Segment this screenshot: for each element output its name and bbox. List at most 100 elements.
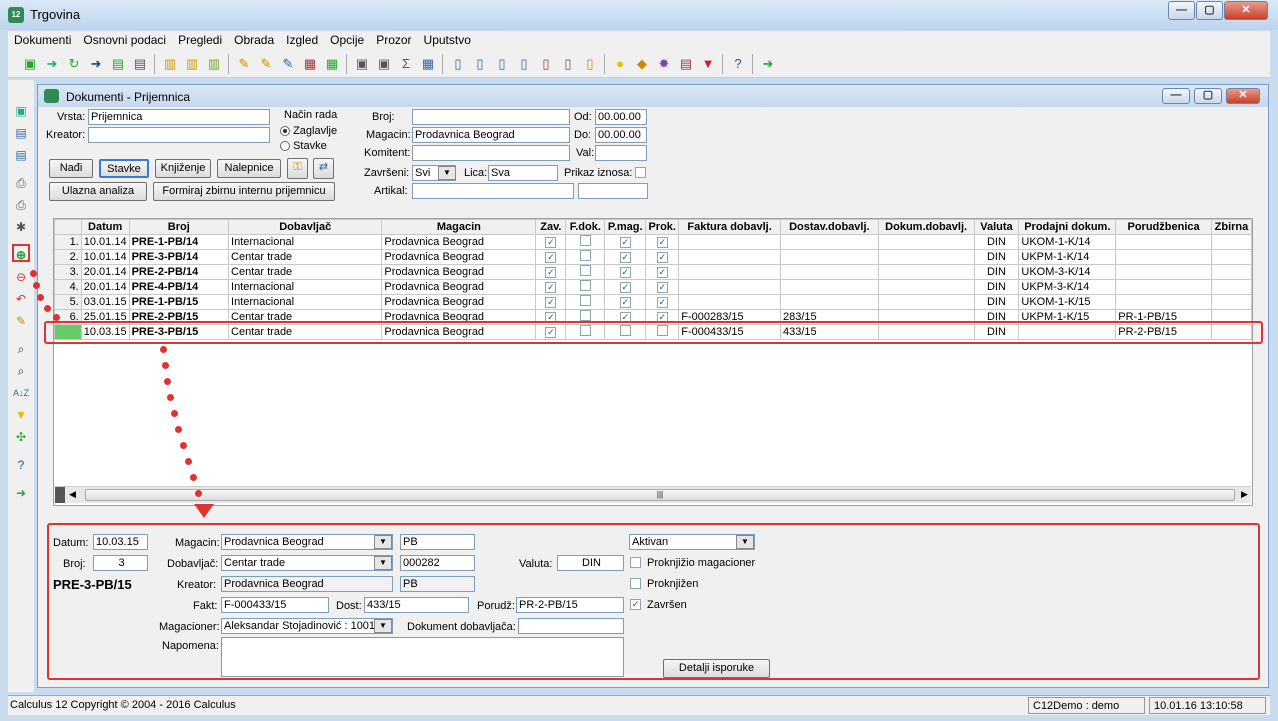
horizontal-scrollbar[interactable]: ◀ ||| ▶: [55, 486, 1251, 503]
transfer-icon[interactable]: ⇄: [313, 158, 334, 179]
sort-icon[interactable]: A↓Z: [12, 384, 30, 402]
vrsta-field[interactable]: Prijemnica: [88, 109, 270, 125]
child-minimize-button[interactable]: —: [1162, 88, 1190, 104]
help-icon[interactable]: ?: [728, 54, 748, 74]
nalepnice-button[interactable]: Nalepnice: [217, 159, 281, 178]
table-row[interactable]: 3. 20.01.14 PRE-2-PB/14 Centar trade Prodavn…: [54, 264, 1252, 280]
checkbox[interactable]: [579, 310, 591, 321]
checkbox[interactable]: ✓: [545, 237, 557, 248]
toolbar-icon-8[interactable]: ▥: [182, 54, 202, 74]
toolbar-icon-4[interactable]: ➜: [86, 54, 106, 74]
zav-cell[interactable]: ✓: [535, 249, 567, 265]
formiraj-button[interactable]: Formiraj zbirnu internu prijemnicu: [153, 182, 335, 201]
prok-cell[interactable]: ✓: [645, 279, 680, 295]
checkbox[interactable]: ✓: [619, 282, 631, 293]
dobavljac-select[interactable]: Centar trade: [221, 555, 393, 571]
toolbar-icon-5[interactable]: ▤: [108, 54, 128, 74]
undo-icon[interactable]: ↶: [12, 290, 30, 308]
porudz-field[interactable]: PR-2-PB/15: [516, 597, 624, 613]
scroll-handle[interactable]: [55, 487, 65, 503]
lica-field[interactable]: Sva: [488, 165, 558, 181]
checkbox[interactable]: ✓: [545, 297, 557, 308]
artikal-field[interactable]: [412, 183, 574, 199]
find-next-icon[interactable]: ⌕: [12, 362, 30, 380]
checkbox[interactable]: ✓: [656, 252, 668, 263]
prikaz-iznosa-checkbox[interactable]: [635, 167, 646, 178]
fdok-cell[interactable]: [565, 279, 606, 295]
menu-uputstvo[interactable]: Uputstvo: [418, 31, 477, 50]
close-button[interactable]: ✕: [1224, 1, 1268, 20]
toolbar-icon-16[interactable]: ▣: [374, 54, 394, 74]
chevron-down-icon[interactable]: ▼: [374, 619, 392, 633]
toolbar-icon-24[interactable]: ▤: [676, 54, 696, 74]
zav-cell[interactable]: ✓: [535, 279, 567, 295]
find-icon[interactable]: ⌕: [12, 340, 30, 358]
valuta-field[interactable]: DIN: [557, 555, 624, 571]
pmag-cell[interactable]: ✓: [604, 294, 647, 310]
toolbar-icon-18[interactable]: ▯: [470, 54, 490, 74]
menu-dokumenti[interactable]: Dokumenti: [8, 31, 77, 50]
scroll-right-icon[interactable]: ▶: [1241, 489, 1248, 500]
toolbar-icon-14[interactable]: ▦: [322, 54, 342, 74]
checkbox[interactable]: ✓: [619, 252, 631, 263]
column-header[interactable]: Porudžbenica: [1115, 219, 1212, 235]
minimize-button[interactable]: —: [1168, 1, 1195, 20]
toolbar-icon-6[interactable]: ▤: [130, 54, 150, 74]
nadji-button[interactable]: Nađi: [49, 159, 93, 178]
filter-icon[interactable]: ▼: [12, 406, 30, 424]
toolbar-icon-17[interactable]: ▯: [448, 54, 468, 74]
calendar-icon[interactable]: ▦: [418, 54, 438, 74]
save-icon[interactable]: ▣: [12, 102, 30, 120]
print-preview-icon[interactable]: ⎙: [12, 196, 30, 214]
toolbar-icon-7[interactable]: ▥: [160, 54, 180, 74]
lightbulb-icon[interactable]: ●: [610, 54, 630, 74]
stavke-radio[interactable]: Stavke: [280, 140, 327, 152]
edit-icon[interactable]: ✎: [12, 312, 30, 330]
pmag-cell[interactable]: ✓: [604, 279, 647, 295]
exit-icon[interactable]: ➜: [758, 54, 778, 74]
toolbar-icon-23[interactable]: ▯: [580, 54, 600, 74]
dobavljac-code[interactable]: 000282: [400, 555, 475, 571]
checkbox[interactable]: ✓: [656, 237, 668, 248]
fdok-cell[interactable]: [565, 264, 606, 280]
toolbar-icon-3[interactable]: ↻: [64, 54, 84, 74]
column-header[interactable]: Valuta: [973, 219, 1020, 235]
add-icon[interactable]: ⊕: [12, 244, 30, 262]
column-header[interactable]: Dobavljač: [228, 219, 383, 235]
od-date-field[interactable]: 00.00.00: [595, 109, 647, 125]
proknjizen-checkbox[interactable]: [630, 578, 641, 589]
table-row[interactable]: 2. 10.01.14 PRE-3-PB/14 Centar trade Prodavn…: [54, 249, 1252, 265]
toolbar-icon-20[interactable]: ▯: [514, 54, 534, 74]
table-row[interactable]: 4. 20.01.14 PRE-4-PB/14 Internacional Prodav…: [54, 279, 1252, 295]
zaglavlje-radio[interactable]: Zaglavlje: [280, 125, 337, 137]
zav-cell[interactable]: ✓: [535, 294, 567, 310]
stavke-button[interactable]: Stavke: [99, 159, 149, 178]
datum-field[interactable]: 10.03.15: [93, 534, 148, 550]
print-icon[interactable]: ⎙: [12, 174, 30, 192]
broj-field[interactable]: 3: [93, 555, 148, 571]
toolbar-icon-19[interactable]: ▯: [492, 54, 512, 74]
proknjizio-magacioner-checkbox[interactable]: [630, 557, 641, 568]
toolbar-icon-2[interactable]: ➜: [42, 54, 62, 74]
toolbar-icon-22[interactable]: ▯: [558, 54, 578, 74]
menu-prozor[interactable]: Prozor: [370, 31, 417, 50]
toolbar-icon-9[interactable]: ▥: [204, 54, 224, 74]
table-row[interactable]: 5. 03.01.15 PRE-1-PB/15 Internacional Prodav…: [54, 294, 1252, 310]
kreator-field[interactable]: [88, 127, 270, 143]
zavrsen-checkbox[interactable]: ✓: [630, 599, 641, 610]
zav-cell[interactable]: ✓: [535, 234, 567, 250]
column-header[interactable]: Zbirna: [1210, 219, 1252, 235]
column-header[interactable]: Prok.: [645, 219, 680, 235]
column-header[interactable]: Datum: [80, 219, 130, 235]
scroll-thumb[interactable]: |||: [85, 489, 1235, 501]
fdok-cell[interactable]: [565, 294, 606, 310]
checkbox[interactable]: [579, 280, 591, 291]
checkbox[interactable]: ✓: [545, 252, 557, 263]
broj-field[interactable]: [412, 109, 570, 125]
detalji-isporuke-button[interactable]: Detalji isporuke: [663, 659, 770, 678]
menu-opcije[interactable]: Opcije: [324, 31, 370, 50]
menu-obrada[interactable]: Obrada: [228, 31, 280, 50]
toolbar-icon-10[interactable]: ✎: [234, 54, 254, 74]
sum-icon[interactable]: Σ: [396, 54, 416, 74]
magacin-field[interactable]: Prodavnica Beograd: [412, 127, 570, 143]
